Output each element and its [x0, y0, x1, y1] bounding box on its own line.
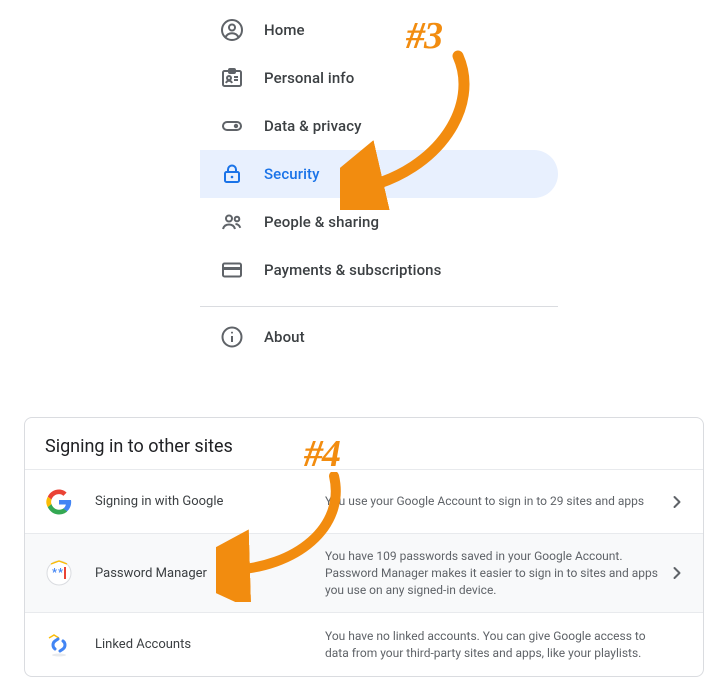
sidebar-item-label: Home [264, 21, 305, 39]
password-key-icon: * * [45, 559, 73, 587]
info-icon [220, 325, 244, 349]
svg-text:*: * [52, 566, 57, 579]
row-description: You have 109 passwords saved in your Goo… [325, 548, 665, 598]
sidebar-item-home[interactable]: Home [200, 6, 558, 54]
chevron-right-icon [665, 492, 689, 512]
sidebar-item-label: Security [264, 165, 320, 183]
sidebar-item-label: Personal info [264, 69, 354, 87]
row-label: Linked Accounts [95, 637, 325, 652]
google-logo-icon [45, 488, 73, 516]
sidebar-item-security[interactable]: Security [200, 150, 558, 198]
row-description: You have no linked accounts. You can giv… [325, 628, 665, 662]
svg-text:*: * [58, 566, 63, 579]
credit-card-icon [220, 258, 244, 282]
nav-divider [200, 306, 558, 307]
row-description: You use your Google Account to sign in t… [325, 493, 665, 510]
lock-icon [220, 162, 244, 186]
sidebar-item-people-sharing[interactable]: People & sharing [200, 198, 558, 246]
row-linked-accounts[interactable]: Linked Accounts You have no linked accou… [25, 612, 703, 676]
sidebar-item-label: Payments & subscriptions [264, 261, 441, 279]
sidebar-item-data-privacy[interactable]: Data & privacy [200, 102, 558, 150]
account-nav: Home Personal info Data & privacy [200, 0, 558, 379]
row-password-manager[interactable]: * * Password Manager You have 109 passwo… [25, 533, 703, 612]
sidebar-item-personal-info[interactable]: Personal info [200, 54, 558, 102]
id-card-icon [220, 66, 244, 90]
signing-in-other-sites-card: Signing in to other sites Signing in wit… [24, 417, 704, 677]
card-title: Signing in to other sites [25, 418, 703, 469]
account-circle-icon [220, 18, 244, 42]
row-label: Signing in with Google [95, 494, 325, 509]
people-icon [220, 210, 244, 234]
row-signing-in-google[interactable]: Signing in with Google You use your Goog… [25, 469, 703, 533]
row-label: Password Manager [95, 566, 325, 581]
sidebar-item-payments-subscriptions[interactable]: Payments & subscriptions [200, 246, 558, 294]
chevron-right-icon [665, 563, 689, 583]
sidebar-item-label: Data & privacy [264, 117, 362, 135]
sidebar-item-label: About [264, 328, 305, 346]
toggle-icon [220, 114, 244, 138]
link-icon [45, 631, 73, 659]
sidebar-item-label: People & sharing [264, 213, 379, 231]
sidebar-item-about[interactable]: About [200, 313, 558, 361]
